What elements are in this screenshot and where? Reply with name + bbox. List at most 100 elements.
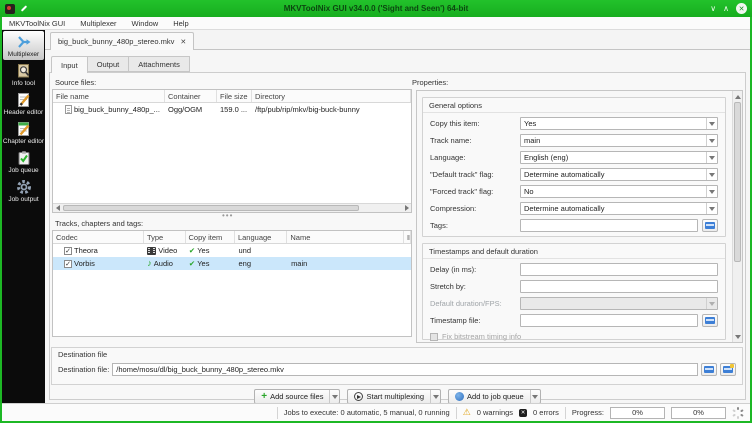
- browse-destination-button[interactable]: [701, 363, 717, 376]
- tab-input[interactable]: Input: [51, 56, 88, 73]
- divider: [455, 406, 457, 419]
- col-id[interactable]: ID: [404, 231, 411, 243]
- file-tab-label: big_buck_bunny_480p_stereo.mkv: [58, 37, 175, 46]
- add-source-files-button[interactable]: + Add source files: [254, 389, 341, 404]
- track-row-vorbis[interactable]: ✓ Vorbis ♪ Audio ✔ Yes eng main: [53, 257, 411, 270]
- chevron-down-icon: [706, 118, 717, 129]
- chevron-down-icon[interactable]: [430, 390, 440, 403]
- close-tab-icon[interactable]: ✕: [180, 38, 186, 46]
- language-label: Language:: [430, 153, 466, 162]
- browse-tags-button[interactable]: [702, 219, 718, 232]
- sidebar-item-job-queue[interactable]: Job queue: [2, 147, 45, 176]
- timestamp-file-input[interactable]: [520, 314, 698, 327]
- track-codec: Theora: [74, 246, 98, 255]
- plus-icon: +: [261, 390, 268, 402]
- add-to-job-queue-button[interactable]: Add to job queue: [448, 389, 541, 404]
- table-row[interactable]: big_buck_bunny_480p_... Ogg/OGM 159.0 ..…: [53, 103, 411, 116]
- scrollbar-thumb[interactable]: [734, 102, 741, 262]
- source-file-size: 159.0 ...: [220, 105, 248, 114]
- col-directory[interactable]: Directory: [252, 90, 411, 102]
- menu-help[interactable]: Help: [173, 19, 188, 28]
- col-copy-item[interactable]: Copy item: [186, 231, 235, 243]
- new-destination-folder-button[interactable]: [720, 363, 736, 376]
- sidebar-item-info-tool[interactable]: Info tool: [2, 60, 45, 89]
- menu-multiplexer[interactable]: Multiplexer: [80, 19, 116, 28]
- close-icon[interactable]: ✕: [736, 3, 747, 14]
- browse-icon: [705, 317, 715, 324]
- tool-sidebar: Multiplexer Info tool Header editor Chap…: [2, 30, 45, 403]
- check-icon: ✔: [188, 246, 196, 255]
- compression-label: Compression:: [430, 204, 477, 213]
- scroll-right-icon[interactable]: [402, 204, 411, 212]
- col-file-size[interactable]: File size: [217, 90, 252, 102]
- track-name-combo[interactable]: main: [520, 134, 718, 147]
- col-language[interactable]: Language: [235, 231, 288, 243]
- scrollbar-thumb[interactable]: [63, 205, 359, 211]
- stretch-by-label: Stretch by:: [430, 282, 466, 291]
- sidebar-item-chapter-editor[interactable]: Chapter editor: [2, 118, 45, 147]
- track-copy: Yes: [197, 259, 210, 268]
- source-file-name: big_buck_bunny_480p_...: [74, 105, 160, 114]
- col-codec[interactable]: Codec: [53, 231, 144, 243]
- start-multiplexing-button[interactable]: Start multiplexing: [347, 389, 442, 404]
- splitter-handle[interactable]: •••: [222, 211, 233, 220]
- track-type: Audio: [153, 259, 173, 268]
- col-type[interactable]: Type: [144, 231, 186, 243]
- header-editor-icon: [17, 93, 29, 107]
- default-track-flag-select[interactable]: Determine automatically: [520, 168, 718, 181]
- properties-panel: General options Copy this item: Yes Trac…: [416, 90, 743, 343]
- forced-track-flag-select[interactable]: No: [520, 185, 718, 198]
- menu-window[interactable]: Window: [132, 19, 159, 28]
- chevron-down-icon[interactable]: [529, 390, 540, 403]
- track-row-theora[interactable]: ✓ Theora Video ✔ Yes und: [53, 244, 411, 257]
- track-checkbox[interactable]: ✓: [64, 246, 72, 255]
- language-select[interactable]: English (eng): [520, 151, 718, 164]
- file-tab[interactable]: big_buck_bunny_480p_stereo.mkv ✕: [50, 32, 195, 50]
- track-checkbox[interactable]: ✓: [64, 259, 72, 268]
- sidebar-item-job-output[interactable]: Job output: [2, 176, 45, 205]
- sidebar-item-header-editor[interactable]: Header editor: [2, 89, 45, 118]
- col-file-name[interactable]: File name: [53, 90, 165, 102]
- pin-icon[interactable]: [20, 5, 28, 13]
- tags-input[interactable]: [520, 219, 698, 232]
- menu-mkvtoolnix-gui[interactable]: MKVToolNix GUI: [9, 19, 65, 28]
- browse-icon: [704, 366, 714, 373]
- vertical-scrollbar[interactable]: [732, 91, 742, 342]
- source-files-header: File name Container File size Directory: [53, 90, 411, 103]
- file-icon: [65, 105, 72, 114]
- col-container[interactable]: Container: [165, 90, 217, 102]
- delay-input[interactable]: [520, 263, 718, 276]
- destination-file-input[interactable]: /home/mosu/dl/big_buck_bunny_480p_stereo…: [112, 363, 698, 376]
- sidebar-item-multiplexer[interactable]: Multiplexer: [3, 31, 44, 60]
- track-language: eng: [238, 259, 252, 268]
- col-name[interactable]: Name: [287, 231, 404, 243]
- job-queue-icon: [18, 151, 29, 165]
- properties-label: Properties:: [412, 78, 449, 87]
- action-buttons: + Add source files Start multiplexing Ad…: [50, 389, 745, 404]
- spinner-icon: [732, 406, 744, 419]
- source-files-table[interactable]: File name Container File size Directory …: [52, 89, 412, 213]
- check-icon: ✔: [188, 259, 196, 268]
- tracks-header: Codec Type Copy item Language Name ID: [53, 231, 411, 244]
- warning-icon: ⚠: [462, 407, 471, 417]
- scroll-down-icon[interactable]: [733, 332, 742, 341]
- default-track-flag-label: "Default track" flag:: [430, 170, 494, 179]
- browse-timestamp-file-button[interactable]: [702, 314, 718, 327]
- scroll-up-icon[interactable]: [733, 92, 742, 101]
- tracks-table[interactable]: Codec Type Copy item Language Name ID ✓ …: [52, 230, 412, 337]
- stretch-by-input[interactable]: [520, 280, 718, 293]
- progress-label: Progress:: [571, 408, 604, 417]
- chevron-down-icon[interactable]: [329, 390, 339, 403]
- play-icon: [354, 392, 364, 401]
- input-tab-pane: Source files: File name Container File s…: [49, 72, 746, 404]
- fix-bitstream-checkbox: [430, 332, 438, 341]
- copy-this-item-select[interactable]: Yes: [520, 117, 718, 130]
- scroll-left-icon[interactable]: [53, 204, 62, 212]
- unshade-icon[interactable]: ∧: [723, 4, 729, 13]
- shade-icon[interactable]: ∨: [710, 4, 716, 13]
- compression-select[interactable]: Determine automatically: [520, 202, 718, 215]
- tab-attachments[interactable]: Attachments: [129, 56, 190, 72]
- chapter-editor-icon: [17, 122, 29, 136]
- tab-output[interactable]: Output: [87, 56, 130, 72]
- track-name-label: Track name:: [430, 136, 472, 145]
